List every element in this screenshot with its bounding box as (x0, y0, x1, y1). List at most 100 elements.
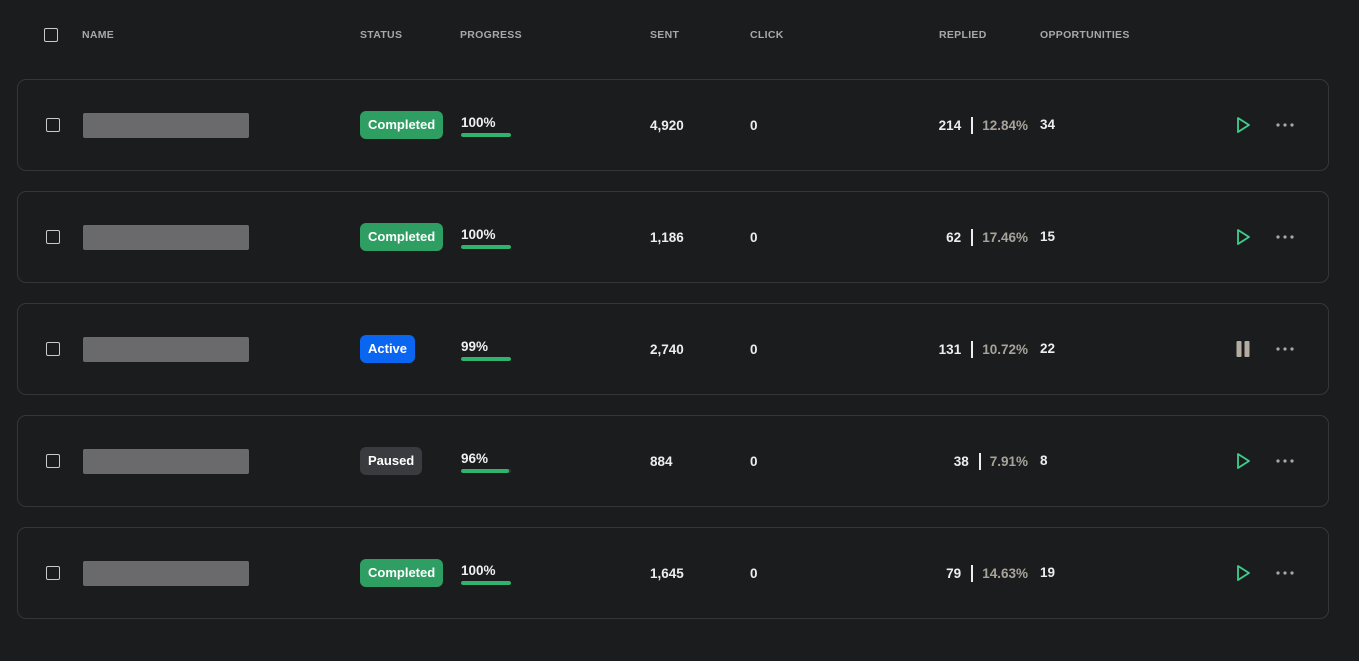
progress-value: 100% (461, 563, 496, 578)
campaign-name-redacted[interactable] (83, 561, 249, 586)
separator (978, 453, 981, 470)
replied-stats: 38 7.91% (954, 453, 1028, 470)
click-count: 0 (750, 342, 758, 357)
separator (971, 565, 974, 582)
separator (971, 117, 974, 134)
replied-count: 62 (946, 230, 962, 245)
play-icon (1234, 117, 1252, 138)
opportunities-count: 22 (1040, 341, 1056, 356)
more-options-button[interactable] (1275, 452, 1295, 470)
progress-value: 99% (461, 339, 489, 354)
reply-rate: 10.72% (982, 342, 1028, 357)
more-options-button[interactable] (1275, 116, 1295, 134)
progress-bar-fill (461, 133, 511, 137)
header-opportunities[interactable]: OPPORTUNITIES (1040, 29, 1130, 41)
reply-rate: 17.46% (982, 230, 1028, 245)
replied-stats: 214 12.84% (939, 117, 1028, 134)
sent-count: 1,186 (650, 230, 684, 245)
opportunities-count: 15 (1040, 229, 1056, 244)
play-button[interactable] (1234, 452, 1252, 470)
status-badge: Paused (360, 447, 423, 475)
table-row[interactable]: Paused 96% 884 0 38 7.91% 8 (17, 415, 1329, 507)
progress-indicator: 100% (461, 115, 513, 137)
header-progress[interactable]: PROGRESS (460, 29, 522, 41)
table-header: NAME STATUS PROGRESS SENT CLICK REPLIED … (0, 0, 1359, 70)
ellipsis-icon (1275, 233, 1295, 250)
select-all-checkbox[interactable] (44, 28, 58, 42)
progress-bar (461, 469, 511, 473)
reply-rate: 12.84% (982, 118, 1028, 133)
replied-stats: 79 14.63% (946, 565, 1028, 582)
row-checkbox[interactable] (46, 566, 60, 580)
opportunities-count: 34 (1040, 117, 1056, 132)
replied-stats: 62 17.46% (946, 229, 1028, 246)
progress-bar-fill (461, 357, 511, 361)
play-button[interactable] (1234, 564, 1252, 582)
play-icon (1234, 565, 1252, 586)
more-options-button[interactable] (1275, 340, 1295, 358)
replied-count: 38 (953, 454, 969, 469)
progress-indicator: 99% (461, 339, 513, 361)
status-badge: Active (360, 335, 416, 363)
progress-bar-fill (461, 245, 511, 249)
reply-rate: 7.91% (989, 454, 1028, 469)
progress-bar-fill (461, 469, 509, 473)
status-badge: Completed (360, 111, 444, 139)
sent-count: 2,740 (650, 342, 684, 357)
separator (971, 341, 974, 358)
more-options-button[interactable] (1275, 228, 1295, 246)
row-checkbox[interactable] (46, 118, 60, 132)
ellipsis-icon (1275, 121, 1295, 138)
sent-count: 884 (650, 454, 673, 469)
header-status[interactable]: STATUS (360, 29, 402, 41)
progress-bar (461, 245, 511, 249)
progress-value: 96% (461, 451, 489, 466)
separator (971, 229, 974, 246)
progress-indicator: 100% (461, 563, 513, 585)
sent-count: 1,645 (650, 566, 684, 581)
header-click[interactable]: CLICK (750, 29, 784, 41)
table-row[interactable]: Active 99% 2,740 0 131 10.72% 22 (17, 303, 1329, 395)
progress-indicator: 96% (461, 451, 513, 473)
progress-indicator: 100% (461, 227, 513, 249)
header-name[interactable]: NAME (82, 29, 114, 41)
pause-button[interactable] (1234, 340, 1252, 358)
pause-icon (1234, 341, 1252, 362)
replied-stats: 131 10.72% (939, 341, 1028, 358)
row-checkbox[interactable] (46, 342, 60, 356)
ellipsis-icon (1275, 569, 1295, 586)
progress-value: 100% (461, 227, 496, 242)
more-options-button[interactable] (1275, 564, 1295, 582)
click-count: 0 (750, 454, 758, 469)
click-count: 0 (750, 566, 758, 581)
row-checkbox[interactable] (46, 454, 60, 468)
replied-count: 214 (938, 118, 962, 133)
replied-count: 79 (946, 566, 962, 581)
replied-count: 131 (938, 342, 962, 357)
table-row[interactable]: Completed 100% 1,186 0 62 17.46% 15 (17, 191, 1329, 283)
click-count: 0 (750, 118, 758, 133)
reply-rate: 14.63% (982, 566, 1028, 581)
progress-bar (461, 581, 511, 585)
campaign-name-redacted[interactable] (83, 449, 249, 474)
campaign-name-redacted[interactable] (83, 113, 249, 138)
play-button[interactable] (1234, 116, 1252, 134)
play-icon (1234, 453, 1252, 474)
campaign-name-redacted[interactable] (83, 337, 249, 362)
row-checkbox[interactable] (46, 230, 60, 244)
play-icon (1234, 229, 1252, 250)
opportunities-count: 8 (1040, 453, 1048, 468)
sent-count: 4,920 (650, 118, 684, 133)
table-row[interactable]: Completed 100% 1,645 0 79 14.63% 19 (17, 527, 1329, 619)
header-sent[interactable]: SENT (650, 29, 679, 41)
progress-bar (461, 357, 511, 361)
progress-bar-fill (461, 581, 511, 585)
progress-value: 100% (461, 115, 496, 130)
campaign-name-redacted[interactable] (83, 225, 249, 250)
ellipsis-icon (1275, 457, 1295, 474)
play-button[interactable] (1234, 228, 1252, 246)
click-count: 0 (750, 230, 758, 245)
header-replied[interactable]: REPLIED (939, 29, 987, 41)
ellipsis-icon (1275, 345, 1295, 362)
table-row[interactable]: Completed 100% 4,920 0 214 12.84% 34 (17, 79, 1329, 171)
